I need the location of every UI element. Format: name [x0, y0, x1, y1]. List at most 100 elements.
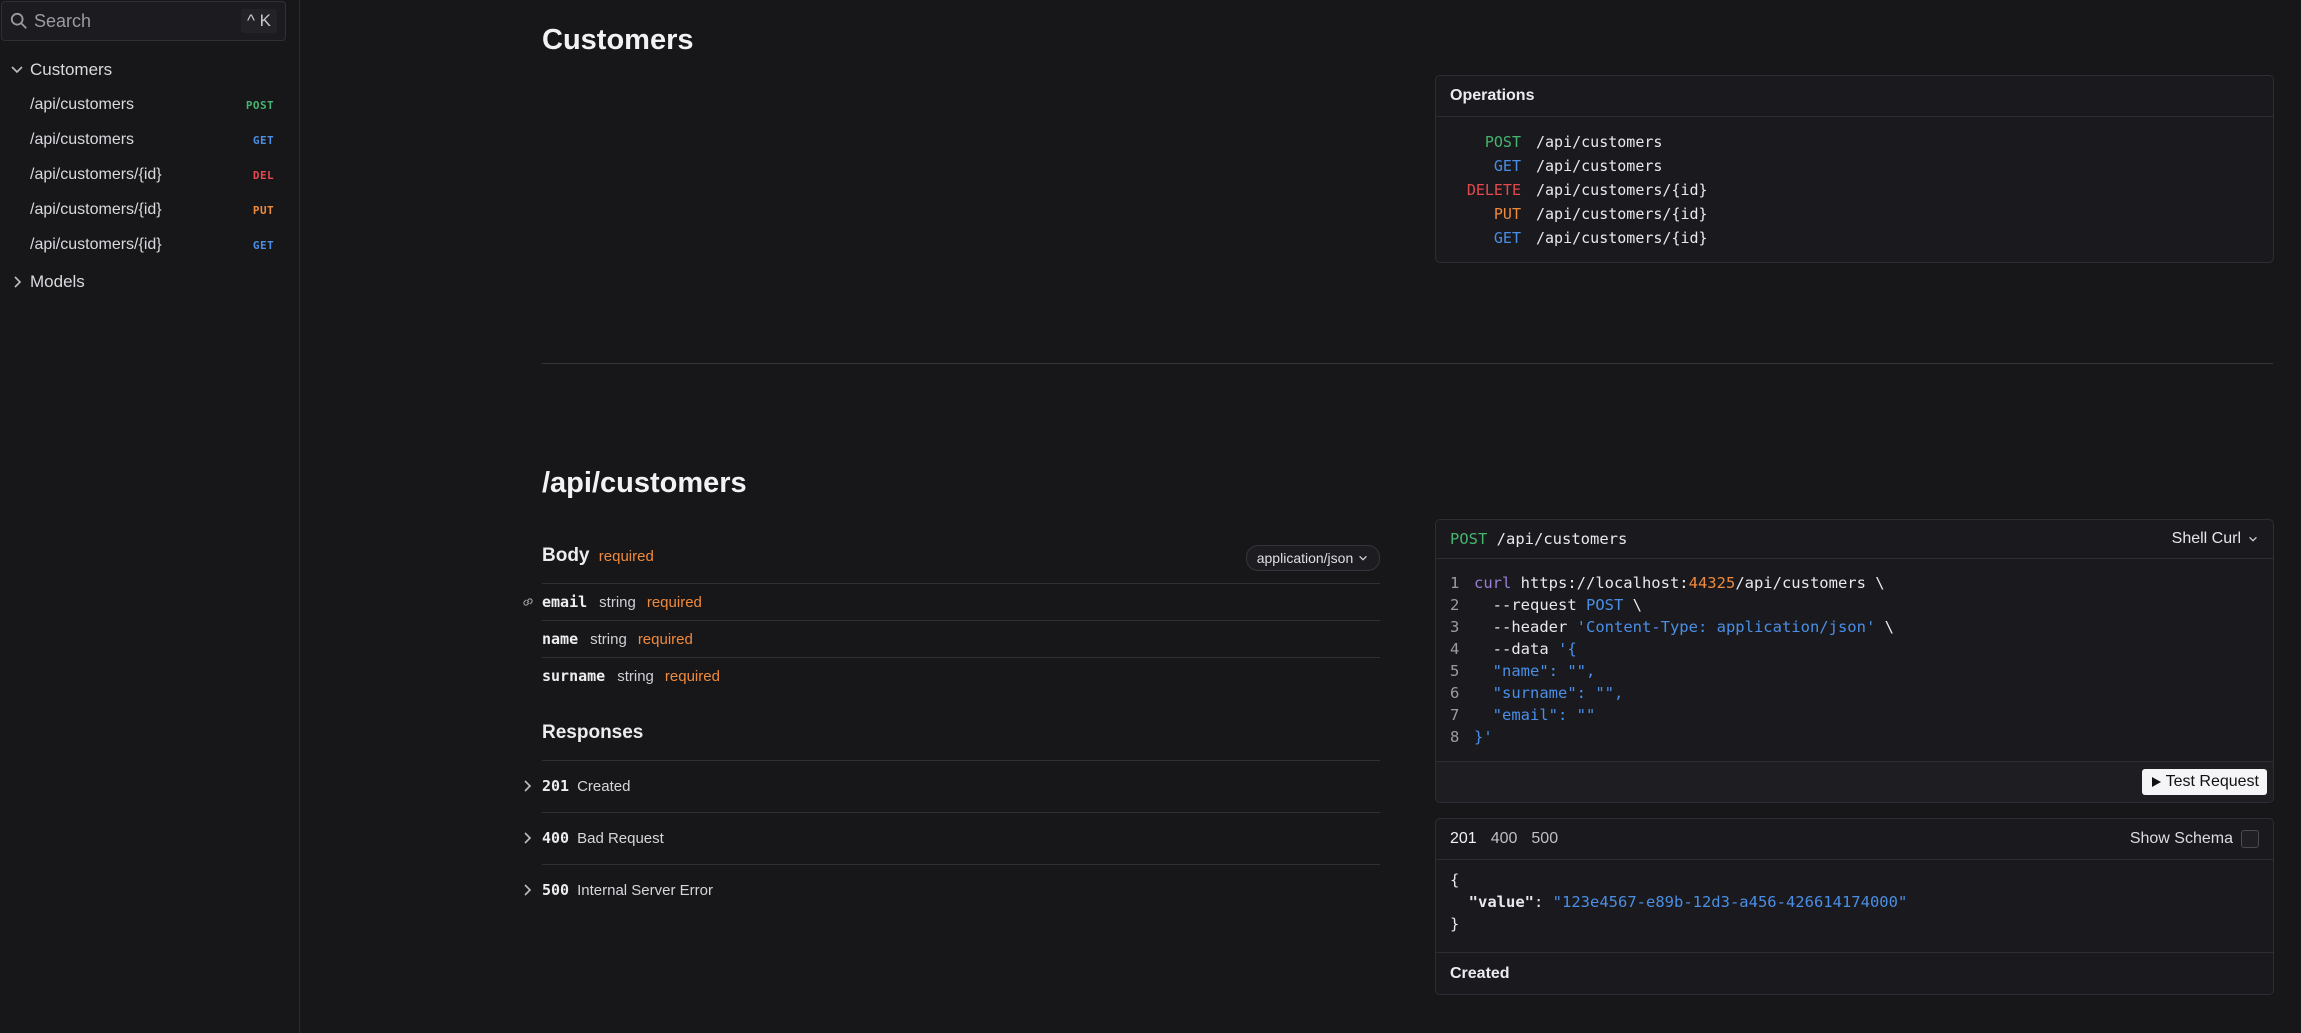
operations-title: Operations — [1436, 76, 2273, 117]
operation-path: /api/customers/{id} — [1536, 181, 1708, 199]
json-value: "123e4567-e89b-12d3-a456-426614174000" — [1552, 893, 1908, 911]
sidebar-item-get-customers[interactable]: /api/customers GET — [0, 123, 298, 157]
field-divider — [542, 583, 1380, 584]
json-colon: : — [1534, 893, 1553, 911]
chevron-down-icon — [1359, 555, 1368, 561]
method-badge: PUT — [252, 203, 274, 217]
sidebar-item-post-customers[interactable]: /api/customers POST — [0, 88, 298, 122]
operation-method: POST — [1484, 133, 1521, 151]
method-badge: POST — [245, 98, 274, 112]
play-icon — [2151, 777, 2161, 787]
field-required: required — [646, 593, 702, 611]
link-icon[interactable] — [521, 595, 535, 609]
responses-divider — [542, 812, 1380, 813]
chevron-down-icon — [11, 66, 23, 74]
tab-201[interactable]: 201 — [1450, 830, 1477, 848]
chevron-right-icon — [524, 780, 532, 792]
line-number: 8 — [1450, 728, 1460, 746]
sidebar-group-label: Models — [30, 272, 85, 291]
search-icon — [10, 12, 27, 29]
code-token: }' — [1474, 728, 1493, 746]
line-number: 5 — [1450, 662, 1460, 680]
code-token: "name": "", — [1474, 662, 1596, 680]
code-token: curl — [1474, 574, 1512, 592]
sidebar-group-customers[interactable]: Customers — [0, 55, 298, 85]
response-row-201[interactable]: 201 Created — [520, 771, 630, 801]
response-example-card: 201 400 500 Show Schema { "value": "123e… — [1435, 818, 2274, 995]
response-code: 400 — [542, 829, 570, 847]
operation-path: /api/customers/{id} — [1536, 229, 1708, 247]
code-token: --header — [1474, 618, 1577, 636]
operations-card: Operations POST /api/customers GET /api/… — [1435, 75, 2274, 263]
sidebar-group-label: Customers — [30, 60, 113, 79]
code-line: 1 curl https://localhost: 44325/api/custom… — [1450, 572, 1894, 594]
chevron-right-icon — [524, 884, 532, 896]
client-select[interactable]: Shell Curl — [2172, 530, 2259, 548]
body-heading: Body required — [542, 545, 654, 567]
body-label: Body — [542, 545, 590, 566]
operation-method: DELETE — [1466, 181, 1521, 199]
operation-row[interactable]: GET /api/customers/{id} — [1436, 226, 2273, 250]
tab-500[interactable]: 500 — [1531, 830, 1558, 848]
code-token: "email": "" — [1474, 706, 1596, 724]
line-number: 7 — [1450, 706, 1460, 724]
response-code: 500 — [542, 881, 570, 899]
search-shortcut: ^ K — [240, 9, 277, 33]
chevron-right-icon — [524, 832, 532, 844]
json-line: { — [1450, 871, 1460, 889]
body-field-email: email string required — [542, 587, 702, 617]
response-row-500[interactable]: 500 Internal Server Error — [520, 875, 713, 905]
operation-method: GET — [1493, 229, 1521, 247]
code-token: --request — [1474, 596, 1586, 614]
content-type-select[interactable]: application/json — [1246, 545, 1380, 571]
operation-method: PUT — [1493, 205, 1521, 223]
show-schema-checkbox[interactable] — [2241, 830, 2259, 848]
sidebar-item-label: /api/customers — [30, 131, 135, 148]
sidebar-item-delete-customer[interactable]: /api/customers/{id} DEL — [0, 158, 298, 192]
field-name: name — [542, 630, 579, 648]
line-number: 2 — [1450, 596, 1460, 614]
tab-400[interactable]: 400 — [1491, 830, 1518, 848]
code-token: --data — [1474, 640, 1558, 658]
response-tabs: 201 400 500 Show Schema — [1436, 819, 2273, 860]
search-placeholder: Search — [34, 10, 92, 31]
sidebar-group-models[interactable]: Models — [0, 267, 298, 297]
operation-row[interactable]: POST /api/customers — [1436, 130, 2273, 154]
show-schema-label: Show Schema — [2129, 830, 2233, 847]
chevron-right-icon — [14, 276, 22, 288]
sidebar: Search ^ K Customers /api/customers POST… — [0, 0, 300, 1033]
code-token: "surname": "", — [1474, 684, 1624, 702]
method-badge: DEL — [252, 168, 274, 182]
responses-divider — [542, 760, 1380, 761]
response-row-400[interactable]: 400 Bad Request — [520, 823, 664, 853]
show-schema-toggle[interactable]: Show Schema — [2130, 830, 2259, 848]
response-code: 201 — [542, 777, 570, 795]
field-type: string — [617, 667, 654, 685]
code-token: \ — [1875, 618, 1894, 636]
code-line: 4 --data '{ — [1450, 638, 1894, 660]
code-token: https://localhost: — [1511, 574, 1689, 592]
request-example-header: POST /api/customers Shell Curl — [1436, 520, 2273, 559]
body-required: required — [598, 548, 654, 565]
operation-row[interactable]: PUT /api/customers/{id} — [1436, 202, 2273, 226]
code-token: '{ — [1558, 640, 1577, 658]
operation-row[interactable]: GET /api/customers — [1436, 154, 2273, 178]
response-desc: Internal Server Error — [577, 881, 713, 899]
sidebar-item-label: /api/customers/{id} — [30, 201, 162, 218]
code-line: 3 --header 'Content-Type: application/js… — [1450, 616, 1894, 638]
operation-path: /api/customers — [1536, 133, 1663, 151]
code-line: 6 "surname": "", — [1450, 682, 1894, 704]
body-field-name: name string required — [542, 624, 693, 654]
sidebar-item-label: /api/customers — [30, 96, 135, 113]
sidebar-item-put-customer[interactable]: /api/customers/{id} PUT — [0, 193, 298, 227]
field-required: required — [664, 667, 720, 685]
line-number: 3 — [1450, 618, 1460, 636]
test-request-button[interactable]: Test Request — [2141, 769, 2267, 795]
operation-row[interactable]: DELETE /api/customers/{id} — [1436, 178, 2273, 202]
search-input[interactable]: Search ^ K — [1, 1, 286, 41]
request-method: POST — [1450, 530, 1488, 548]
code-line: 2 --request POST \ — [1450, 594, 1894, 616]
sidebar-item-get-customer[interactable]: /api/customers/{id} GET — [0, 228, 298, 262]
line-number: 1 — [1450, 574, 1460, 592]
field-type: string — [590, 630, 627, 648]
